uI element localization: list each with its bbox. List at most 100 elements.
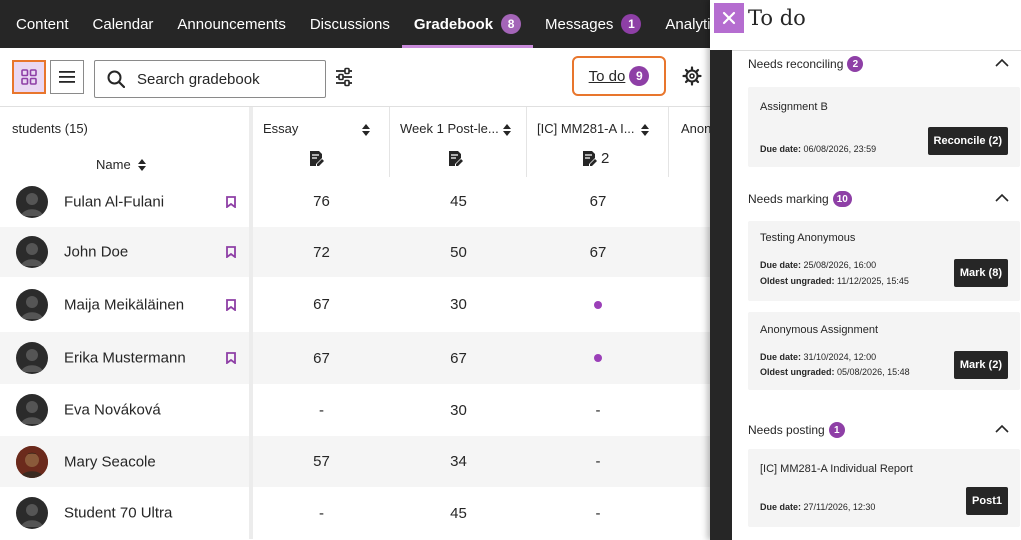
student-name[interactable]: John Doe xyxy=(64,244,128,261)
oldest-ungraded-label: Oldest ungraded: xyxy=(760,367,835,377)
column-header-essay[interactable]: Essay xyxy=(253,107,390,177)
grade-cell[interactable]: 67 xyxy=(253,277,390,332)
grid-header: students (15) Name Essay Week 1 Post-le.… xyxy=(0,106,710,177)
filter-button[interactable] xyxy=(333,66,355,88)
sort-icon[interactable] xyxy=(361,123,371,137)
nav-tab-content[interactable]: Content xyxy=(0,0,81,48)
table-row: Fulan Al-Fulani 76 45 67 xyxy=(0,176,710,227)
search-icon xyxy=(107,70,125,88)
chevron-up-icon xyxy=(995,424,1009,433)
column-header-ic-mm281[interactable]: [IC] MM281-A I... 2 xyxy=(527,107,669,177)
sort-icon[interactable] xyxy=(502,123,512,137)
nav-tab-announcements[interactable]: Announcements xyxy=(165,0,297,48)
section-needs-reconciling[interactable]: Needs reconciling 2 xyxy=(748,54,1009,74)
nav-tab-calendar[interactable]: Calendar xyxy=(81,0,166,48)
bookmark-flag-icon xyxy=(226,246,236,258)
column-header-week1[interactable]: Week 1 Post-le... xyxy=(390,107,527,177)
avatar-photo xyxy=(16,445,48,478)
student-name[interactable]: Mary Seacole xyxy=(64,453,156,470)
grade-cell[interactable]: - xyxy=(253,487,390,539)
nav-tab-gradebook[interactable]: Gradebook 8 xyxy=(401,0,534,48)
students-column-header: students (15) Name xyxy=(0,107,253,177)
settings-button[interactable] xyxy=(682,66,702,86)
course-top-nav: Content Calendar Announcements Discussio… xyxy=(0,0,710,48)
nav-tab-messages[interactable]: Messages 1 xyxy=(533,0,653,48)
student-name[interactable]: Maija Meikäläinen xyxy=(64,296,184,313)
card-title: Assignment B xyxy=(760,101,828,113)
oldest-ungraded: Oldest ungraded: 05/08/2026, 15:48 xyxy=(760,367,910,377)
grade-cell[interactable]: 67 xyxy=(253,332,390,384)
nav-tab-label: Messages xyxy=(545,15,614,33)
todo-label: To do xyxy=(588,67,626,85)
nav-tab-analytics[interactable]: Analytics xyxy=(653,0,710,48)
oldest-ungraded-value: 05/08/2026, 15:48 xyxy=(837,367,910,377)
grade-cell[interactable]: 72 xyxy=(253,227,390,277)
table-row: John Doe 72 50 67 xyxy=(0,227,710,277)
mark-button[interactable]: Mark (8) xyxy=(953,259,1008,287)
grade-cell[interactable]: 45 xyxy=(390,487,527,539)
grade-cell[interactable]: 67 xyxy=(527,227,669,277)
person-icon xyxy=(21,192,43,216)
grade-cell[interactable]: 30 xyxy=(390,277,527,332)
student-cell: Student 70 Ultra xyxy=(0,487,253,539)
section-heading: Needs reconciling xyxy=(748,57,844,71)
nav-tab-label: Content xyxy=(16,15,69,33)
due-date-value: 06/08/2026, 23:59 xyxy=(803,144,877,154)
grade-cell[interactable]: 67 xyxy=(527,176,669,227)
section-needs-marking[interactable]: Needs marking 10 xyxy=(748,189,1009,209)
due-date-value: 31/10/2024, 12:00 xyxy=(803,352,877,362)
card-title: Anonymous Assignment xyxy=(760,324,879,336)
due-date-label: Due date: xyxy=(760,260,802,270)
grade-cell[interactable]: - xyxy=(253,384,390,436)
grade-cell[interactable]: - xyxy=(527,384,669,436)
student-cell: John Doe xyxy=(0,227,253,277)
nav-tab-label: Discussions xyxy=(309,15,390,33)
reconcile-button[interactable]: Reconcile (2) xyxy=(927,127,1008,155)
nav-tab-discussions[interactable]: Discussions xyxy=(298,0,402,48)
grade-cell[interactable]: 45 xyxy=(390,176,527,227)
name-sort-button[interactable]: Name xyxy=(96,157,147,172)
grade-cell[interactable]: - xyxy=(527,487,669,539)
student-name[interactable]: Student 70 Ultra xyxy=(64,505,172,522)
avatar xyxy=(16,342,48,374)
todo-panel: To do Needs reconciling 2 Assignment B D… xyxy=(710,0,1021,540)
close-panel-button[interactable] xyxy=(714,3,744,33)
due-date-label: Due date: xyxy=(760,502,802,512)
grade-cell[interactable]: 76 xyxy=(253,176,390,227)
student-name[interactable]: Fulan Al-Fulani xyxy=(64,193,164,210)
grade-cell[interactable]: 67 xyxy=(390,332,527,384)
sort-icon[interactable] xyxy=(640,123,650,137)
section-needs-posting[interactable]: Needs posting 1 xyxy=(748,420,1009,440)
gradebook-count-badge: 8 xyxy=(501,14,522,34)
student-name[interactable]: Eva Nováková xyxy=(64,402,161,419)
students-count-label: students (15) xyxy=(12,121,88,136)
nav-tab-label: Announcements xyxy=(177,15,286,33)
student-cell: Erika Mustermann xyxy=(0,332,253,384)
document-edit-icon xyxy=(310,150,324,166)
due-date: Due date: 27/11/2026, 12:30 xyxy=(760,502,875,512)
needs-marking-dot-icon xyxy=(594,354,602,362)
todo-card: Assignment B Due date: 06/08/2026, 23:59… xyxy=(748,87,1020,167)
mark-button[interactable]: Mark (2) xyxy=(953,351,1008,379)
person-icon xyxy=(21,243,43,266)
grade-cell[interactable]: - xyxy=(527,436,669,487)
due-date-label: Due date: xyxy=(760,144,802,154)
close-icon xyxy=(722,11,736,25)
todo-button[interactable]: To do 9 xyxy=(572,56,666,96)
person-icon xyxy=(21,401,43,424)
column-header-anon[interactable]: Anon xyxy=(669,107,710,177)
grade-cell[interactable]: 34 xyxy=(390,436,527,487)
student-name[interactable]: Erika Mustermann xyxy=(64,350,186,367)
document-edit-icon xyxy=(583,150,597,166)
search-gradebook-input[interactable] xyxy=(135,69,309,89)
grade-cell-needs-marking[interactable] xyxy=(527,332,669,384)
grid-view-button[interactable] xyxy=(12,60,46,94)
post-button[interactable]: Post1 xyxy=(966,487,1008,515)
student-cell: Mary Seacole xyxy=(0,436,253,487)
grade-cell-needs-marking[interactable] xyxy=(527,277,669,332)
grade-cell[interactable]: 50 xyxy=(390,227,527,277)
grade-cell[interactable]: 57 xyxy=(253,436,390,487)
grade-cell[interactable]: 30 xyxy=(390,384,527,436)
todo-card: [IC] MM281-A Individual Report Due date:… xyxy=(748,449,1020,527)
list-view-button[interactable] xyxy=(50,60,84,94)
